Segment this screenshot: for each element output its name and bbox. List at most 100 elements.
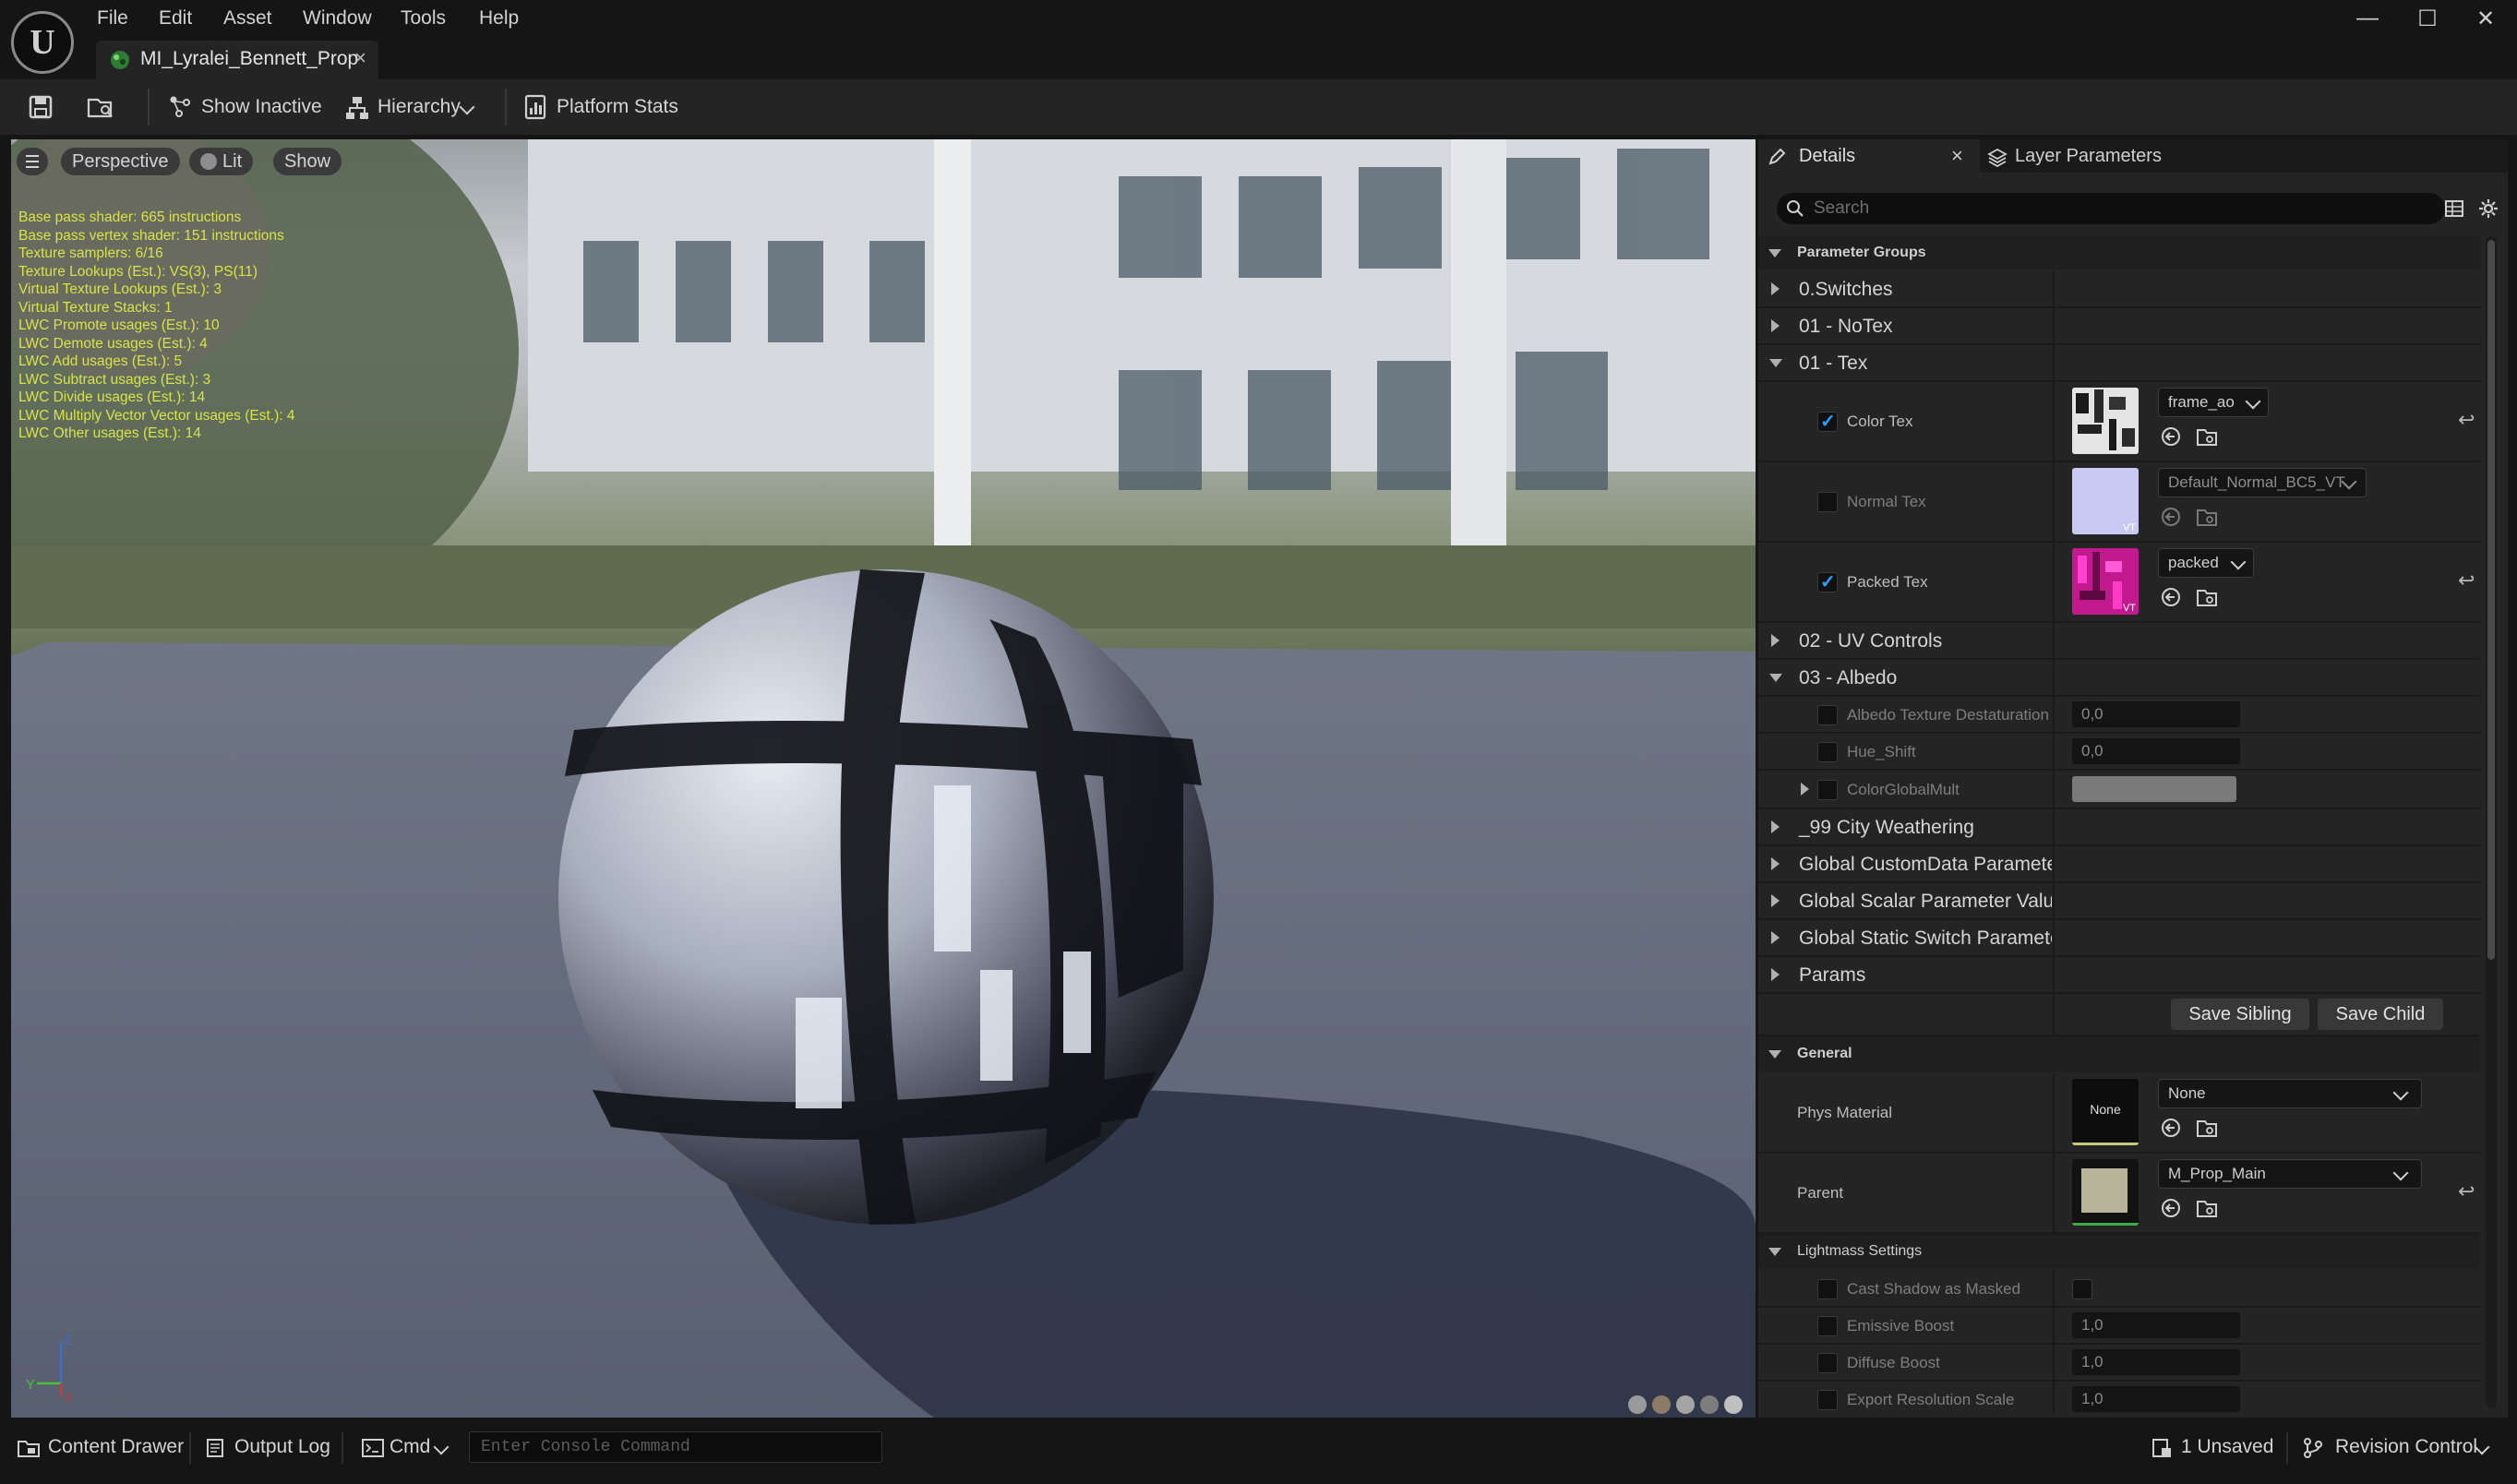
browse-to-asset-icon[interactable] — [2196, 426, 2218, 447]
param-row-albedo-destaturation: Albedo Texture Destaturation 0,0 — [1758, 697, 2480, 734]
menu-window[interactable]: Window — [303, 7, 372, 33]
save-icon[interactable] — [28, 94, 54, 120]
parent-material-thumbnail[interactable] — [2072, 1159, 2139, 1226]
group-row-notex[interactable]: 01 - NoTex — [1758, 308, 2480, 345]
parent-combo[interactable]: M_Prop_Main — [2158, 1159, 2422, 1189]
group-row-albedo[interactable]: 03 - Albedo — [1758, 660, 2480, 697]
color-tex-asset-combo[interactable]: frame_ao — [2158, 388, 2269, 417]
packed-tex-thumbnail[interactable]: VT — [2072, 548, 2139, 615]
color-tex-checkbox[interactable] — [1817, 410, 1838, 433]
expand-arrow-icon[interactable] — [1801, 783, 1809, 796]
normal-tex-asset-combo[interactable]: Default_Normal_BC5_VT — [2158, 468, 2367, 497]
table-view-icon[interactable] — [2444, 198, 2464, 219]
reset-to-default-icon[interactable]: ↩ — [2458, 1179, 2475, 1203]
normal-tex-checkbox[interactable] — [1817, 492, 1838, 512]
column-divider — [2053, 883, 2055, 918]
group-row-tex[interactable]: 01 - Tex — [1758, 345, 2480, 382]
param-override-checkbox[interactable] — [1817, 705, 1838, 725]
param-override-checkbox[interactable] — [1817, 1316, 1838, 1336]
group-row-global-static-switch[interactable]: Global Static Switch Parameter — [1758, 920, 2480, 957]
emissive-boost-field[interactable]: 1,0 — [2072, 1312, 2240, 1338]
unreal-logo-icon[interactable]: U — [11, 11, 74, 74]
param-override-checkbox[interactable] — [1817, 742, 1838, 762]
menu-help[interactable]: Help — [479, 7, 519, 33]
reset-to-default-icon[interactable]: ↩ — [2458, 408, 2475, 432]
menu-tools[interactable]: Tools — [401, 7, 446, 33]
content-drawer-button[interactable]: Content Drawer — [48, 1436, 184, 1458]
color-tex-thumbnail[interactable] — [2072, 388, 2139, 454]
menu-asset[interactable]: Asset — [223, 7, 272, 33]
group-row-params[interactable]: Params — [1758, 957, 2480, 994]
packed-tex-asset-combo[interactable]: packed — [2158, 548, 2254, 578]
color-swatch[interactable] — [2072, 776, 2236, 802]
use-selected-asset-icon[interactable] — [2160, 506, 2182, 528]
combo-value: packed — [2168, 554, 2219, 571]
tab-details[interactable]: Details × — [1758, 139, 1980, 173]
cast-shadow-checkbox[interactable] — [2072, 1279, 2092, 1299]
reset-to-default-icon[interactable]: ↩ — [2458, 568, 2475, 592]
document-tab[interactable]: MI_Lyralei_Bennett_Prop × — [96, 41, 378, 79]
group-row-global-scalar[interactable]: Global Scalar Parameter Values — [1758, 883, 2480, 920]
hue-shift-field[interactable]: 0,0 — [2072, 738, 2240, 764]
cmd-dropdown[interactable]: Cmd — [390, 1436, 430, 1458]
viewport-options-button[interactable] — [17, 148, 48, 175]
param-override-checkbox[interactable] — [1817, 780, 1838, 800]
normal-tex-thumbnail[interactable]: VT — [2072, 468, 2139, 534]
close-tab-icon[interactable]: × — [354, 46, 366, 70]
phys-material-thumbnail[interactable]: None — [2072, 1079, 2139, 1145]
group-row-global-customdata[interactable]: Global CustomData Parameter — [1758, 846, 2480, 883]
revision-control-button[interactable]: Revision Control — [2335, 1436, 2477, 1458]
group-row-uv-controls[interactable]: 02 - UV Controls — [1758, 623, 2480, 660]
material-preview-viewport[interactable]: Perspective Lit Show Base pass shader: 6… — [11, 139, 1756, 1418]
use-selected-asset-icon[interactable] — [2160, 586, 2182, 608]
output-log-button[interactable]: Output Log — [234, 1436, 330, 1458]
combo-value: frame_ao — [2168, 393, 2235, 411]
param-override-checkbox[interactable] — [1817, 1390, 1838, 1410]
browse-asset-icon[interactable] — [87, 94, 114, 120]
phys-material-combo[interactable]: None — [2158, 1079, 2422, 1108]
parameter-groups-header[interactable]: Parameter Groups — [1758, 236, 2480, 269]
minimize-button[interactable]: — — [2344, 6, 2391, 35]
platform-stats-button[interactable]: Platform Stats — [557, 96, 678, 118]
browse-to-asset-icon[interactable] — [2196, 1198, 2218, 1218]
browse-to-asset-icon[interactable] — [2196, 507, 2218, 527]
menu-edit[interactable]: Edit — [159, 7, 192, 33]
group-row-switches[interactable]: 0.Switches — [1758, 271, 2480, 308]
close-details-tab-icon[interactable]: × — [1951, 144, 1963, 168]
group-row-city-weathering[interactable]: _99 City Weathering — [1758, 809, 2480, 846]
show-inactive-button[interactable]: Show Inactive — [201, 96, 322, 118]
maximize-button[interactable]: ☐ — [2404, 6, 2451, 35]
search-input[interactable]: Search — [1777, 193, 2445, 224]
use-selected-asset-icon[interactable] — [2160, 1197, 2182, 1219]
param-override-checkbox[interactable] — [1817, 1279, 1838, 1299]
hierarchy-dropdown[interactable]: Hierarchy — [378, 96, 461, 118]
diffuse-boost-field[interactable]: 1,0 — [2072, 1349, 2240, 1375]
show-button[interactable]: Show — [273, 148, 342, 175]
general-header[interactable]: General — [1758, 1036, 2480, 1071]
use-selected-asset-icon[interactable] — [2160, 425, 2182, 448]
lightmass-settings-header[interactable]: Lightmass Settings — [1758, 1234, 2480, 1269]
tab-layer-parameters[interactable]: Layer Parameters — [1984, 139, 2223, 173]
group-label: 01 - Tex — [1799, 353, 1868, 374]
close-window-button[interactable]: ✕ — [2463, 6, 2509, 35]
scrollbar-thumb[interactable] — [2487, 240, 2495, 960]
column-divider — [2053, 382, 2055, 461]
settings-gear-icon[interactable] — [2477, 197, 2499, 220]
axis-gizmo-icon: Z Y X — [26, 1333, 73, 1404]
lit-button[interactable]: Lit — [189, 148, 254, 175]
browse-to-asset-icon[interactable] — [2196, 587, 2218, 607]
save-child-button[interactable]: Save Child — [2318, 999, 2443, 1030]
perspective-button[interactable]: Perspective — [61, 148, 180, 175]
column-divider — [2053, 462, 2055, 541]
save-sibling-button[interactable]: Save Sibling — [2171, 999, 2309, 1030]
param-override-checkbox[interactable] — [1817, 1353, 1838, 1373]
browse-to-asset-icon[interactable] — [2196, 1118, 2218, 1138]
console-command-input[interactable]: Enter Console Command — [469, 1431, 882, 1463]
details-scrollbar[interactable] — [2486, 236, 2497, 1408]
albedo-destaturation-field[interactable]: 0,0 — [2072, 701, 2240, 727]
packed-tex-checkbox[interactable] — [1817, 570, 1838, 593]
export-resolution-field[interactable]: 1,0 — [2072, 1386, 2240, 1412]
menu-file[interactable]: File — [97, 7, 128, 33]
unsaved-button[interactable]: 1 Unsaved — [2181, 1436, 2273, 1458]
use-selected-asset-icon[interactable] — [2160, 1117, 2182, 1139]
